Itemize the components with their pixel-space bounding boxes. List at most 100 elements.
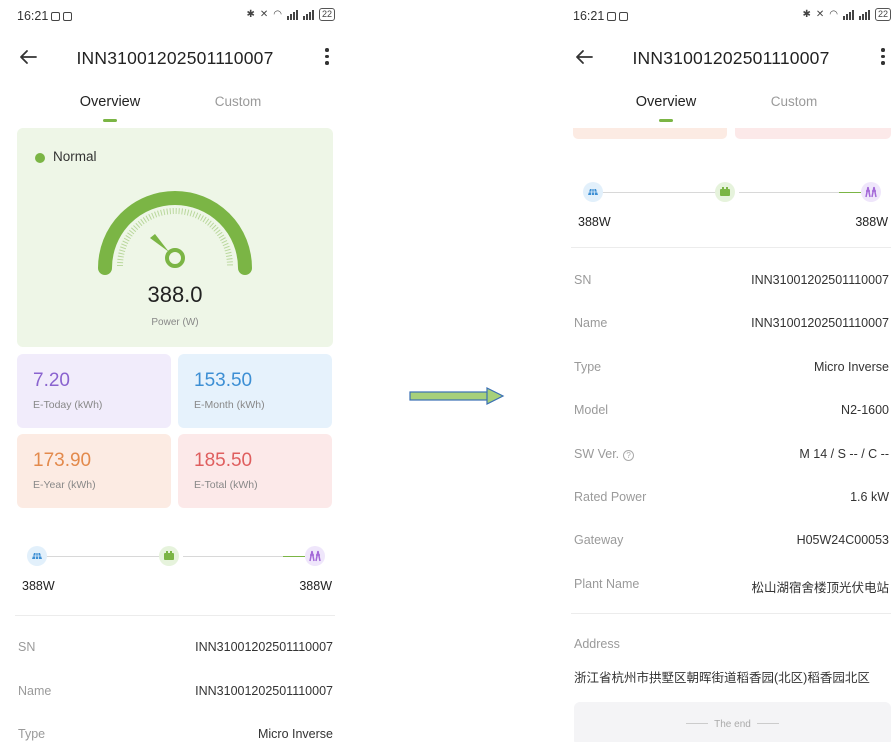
end-of-list-text: The end: [574, 719, 891, 730]
top-nav: INN31001202501110007: [571, 44, 891, 72]
page-title: INN31001202501110007: [632, 48, 830, 68]
info-key: SN: [18, 640, 36, 654]
info-row-type: Type Micro Inverse: [18, 727, 335, 742]
more-options-icon[interactable]: [879, 48, 887, 68]
info-key: Type: [574, 360, 602, 374]
tab-overview[interactable]: Overview: [606, 94, 726, 110]
stat-value: 153.50: [194, 370, 253, 391]
flow-line-active: [839, 192, 861, 193]
info-key: Model: [574, 403, 609, 417]
notification-icon: [619, 12, 629, 21]
power-label: Power (W): [151, 317, 199, 328]
wifi-icon: ◠: [829, 9, 838, 20]
signal-icon: [302, 9, 314, 20]
stat-label: E-Month (kWh): [194, 399, 265, 411]
info-key: Gateway: [574, 533, 624, 547]
stat-card-e-month[interactable]: 153.50 E-Month (kWh): [178, 354, 332, 428]
active-tab-indicator: [659, 119, 673, 122]
solar-panel-icon: [583, 182, 603, 202]
tab-custom[interactable]: Custom: [734, 94, 854, 109]
bluetooth-icon: ✱: [802, 9, 811, 20]
info-value: INN31001202501110007: [195, 640, 333, 654]
stat-label: E-Year (kWh): [33, 479, 96, 491]
stat-card-e-today[interactable]: 7.20 E-Today (kWh): [17, 354, 171, 428]
stat-cards-scrolled: [571, 128, 891, 139]
tab-custom[interactable]: Custom: [178, 94, 298, 109]
signal-icon: [286, 9, 298, 20]
status-time: 16:21: [17, 9, 49, 23]
info-value: INN31001202501110007: [751, 316, 889, 330]
info-key: SN: [574, 273, 592, 287]
active-tab-indicator: [103, 119, 117, 122]
status-dot-icon: [35, 153, 45, 163]
status-icons: ✱ ✕ ◠ 22: [802, 8, 891, 21]
info-value: 松山湖宿舍楼顶光伏电站: [751, 581, 889, 595]
flow-line: [183, 556, 283, 557]
info-row-model: Model N2-1600: [574, 403, 891, 423]
info-value: INN31001202501110007: [751, 273, 889, 287]
grid-power-value: 388W: [855, 215, 888, 229]
power-gauge-card: Normal 388.0 Power (W): [17, 128, 333, 347]
device-status: Normal: [53, 149, 97, 164]
notification-icon: [63, 12, 73, 21]
divider: [571, 247, 891, 248]
tab-bar: Overview Custom: [15, 94, 335, 124]
status-bar: 16:21 ✱ ✕ ◠ 22: [15, 6, 335, 26]
flow-line: [43, 556, 163, 557]
address-label: Address: [574, 637, 620, 651]
info-row-type: Type Micro Inverse: [574, 360, 891, 380]
inverter-icon: [715, 182, 735, 202]
tab-bar: Overview Custom: [571, 94, 891, 124]
grid-tower-icon: [861, 182, 881, 202]
transition-arrow-icon: [409, 387, 505, 405]
help-icon[interactable]: ?: [623, 450, 635, 461]
more-options-icon[interactable]: [323, 48, 331, 68]
grid-tower-icon: [305, 546, 325, 566]
flow-line: [599, 192, 719, 193]
flow-line: [739, 192, 839, 193]
info-value: 1.6 kW: [850, 490, 889, 504]
page-title: INN31001202501110007: [76, 48, 274, 68]
tab-overview[interactable]: Overview: [50, 94, 170, 110]
info-row-sn: SN INN31001202501110007: [574, 273, 891, 293]
energy-flow: 388W 388W: [15, 543, 335, 603]
stat-card-e-total[interactable]: [735, 128, 891, 139]
solar-power-value: 388W: [22, 579, 55, 593]
info-value: INN31001202501110007: [195, 684, 333, 698]
inverter-icon: [159, 546, 179, 566]
info-row-sw-version: SW Ver.? M 14 / S -- / C --: [574, 447, 891, 467]
info-value: Micro Inverse: [813, 360, 889, 374]
info-key: Name: [18, 684, 52, 698]
solar-power-value: 388W: [578, 215, 611, 229]
stat-value: 7.20: [33, 370, 70, 391]
divider: [571, 613, 891, 614]
energy-flow: 388W 388W: [571, 179, 891, 239]
info-value: Micro Inverse: [257, 727, 333, 741]
end-of-list-box: The end: [574, 702, 891, 742]
info-key: Rated Power: [574, 490, 647, 504]
stat-card-e-total[interactable]: 185.50 E-Total (kWh): [178, 434, 332, 508]
info-value: H05W24C00053: [796, 533, 889, 547]
stat-label: E-Today (kWh): [33, 399, 103, 411]
stat-card-e-year[interactable]: [573, 128, 727, 139]
signal-icon: [858, 9, 870, 20]
divider: [15, 615, 335, 616]
battery-indicator: 22: [318, 8, 335, 21]
bluetooth-icon: ✱: [246, 9, 255, 20]
address-value: 浙江省杭州市拱墅区朝晖街道稻香园(北区)稻香园北区: [574, 671, 870, 685]
grid-power-value: 388W: [299, 579, 332, 593]
power-gauge-icon: [98, 191, 252, 275]
phone-screen-overview-top: 16:21 ✱ ✕ ◠ 22 INN31001202501110007 Over…: [15, 0, 335, 742]
power-value: 388.0: [147, 282, 203, 307]
info-row-name: Name INN31001202501110007: [574, 316, 891, 336]
info-row-plant-name: Plant Name 松山湖宿舍楼顶光伏电站: [574, 577, 891, 597]
info-value: M 14 / S -- / C --: [799, 447, 889, 461]
stat-card-e-year[interactable]: 173.90 E-Year (kWh): [17, 434, 171, 508]
mute-icon: ✕: [815, 9, 825, 20]
solar-panel-icon: [27, 546, 47, 566]
info-row-rated-power: Rated Power 1.6 kW: [574, 490, 891, 510]
top-nav: INN31001202501110007: [15, 44, 335, 72]
mute-icon: ✕: [259, 9, 269, 20]
stat-value: 173.90: [33, 450, 92, 471]
battery-indicator: 22: [874, 8, 891, 21]
